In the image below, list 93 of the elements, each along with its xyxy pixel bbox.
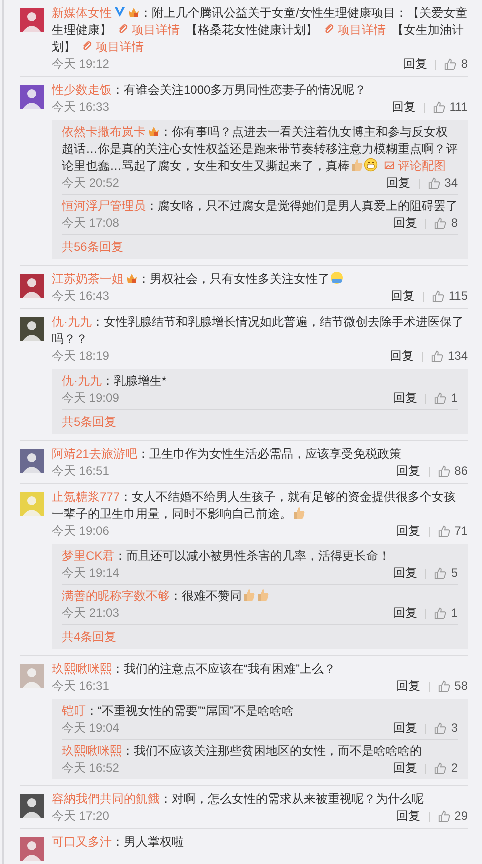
paperclip-icon <box>324 24 335 35</box>
comment-text: 恒河浮尸管理员：腐女咯，只不过腐女是觉得她们是男人真爱上的阻碍罢了 <box>62 198 458 215</box>
reply-link[interactable]: 回复 <box>393 605 418 622</box>
avatar[interactable] <box>20 85 44 109</box>
reply-link[interactable]: 回复 <box>403 56 428 73</box>
thumbs-up-icon <box>438 465 451 478</box>
avatar[interactable] <box>20 317 44 341</box>
thumbs-up-icon <box>438 525 451 538</box>
reply-link[interactable]: 回复 <box>396 463 421 480</box>
timestamp: 今天 16:51 <box>52 463 110 480</box>
timestamp: 今天 17:08 <box>62 215 120 232</box>
comment-text: 容納我們共同的飢餓：对啊，怎么女性的需求从来被重视呢？为什么呢 <box>52 791 425 808</box>
paperclip-icon <box>118 24 129 35</box>
like-button[interactable]: 8 <box>434 215 458 232</box>
like-button[interactable]: 115 <box>432 288 468 305</box>
thumbs-up-icon <box>292 506 306 520</box>
timestamp: 今天 16:43 <box>52 288 110 305</box>
timestamp: 今天 16:31 <box>52 678 110 695</box>
thumbs-up-icon <box>434 567 448 580</box>
thumbs-up-icon <box>350 158 364 172</box>
smiley-icon <box>330 271 344 285</box>
grin-face-icon <box>364 158 378 172</box>
like-button[interactable]: 58 <box>438 678 468 695</box>
like-button[interactable]: 2 <box>434 760 458 777</box>
like-button[interactable]: 1 <box>434 605 458 622</box>
reply-link[interactable]: 回复 <box>396 678 421 695</box>
reply-link[interactable]: 回复 <box>393 720 418 737</box>
timestamp: 今天 16:52 <box>62 760 120 777</box>
thumbs-up-icon <box>434 762 448 775</box>
paperclip-icon <box>82 41 93 52</box>
thumbs-up-icon <box>256 588 270 602</box>
reply-link[interactable]: 回复 <box>386 175 411 192</box>
reply-link[interactable]: 回复 <box>392 99 416 116</box>
comment-text: 仇·九九：乳腺增生* <box>62 373 168 390</box>
reply-link[interactable]: 回复 <box>390 348 414 365</box>
comment-text: 止氪糖浆777：女人不结婚不给男人生孩子，就有足够的资金提供很多个女孩一辈子的卫生巾用量，同时不影响自己前途。 <box>52 489 458 523</box>
comment-text: 依然卡撒布岚卡 ：你有事吗？点进去一看关注着仇女博主和参与反女权超话…你是真的关注心女性权益还是跑来带节奏转移注意力模糊重点啊？评论里也蠢…骂起了腐女，女生和女生又撕起来了，真棒 评论配图 <box>62 124 458 175</box>
reply-link[interactable]: 回复 <box>393 565 418 582</box>
comment-text: 仇·九九：女性乳腺结节和乳腺增长情况如此普遍，结节微创去除手术进医保了吗？？ <box>52 314 465 348</box>
like-button[interactable]: 1 <box>434 390 458 407</box>
image-icon <box>384 160 395 171</box>
reply-link[interactable]: 回复 <box>393 390 418 407</box>
avatar[interactable] <box>20 837 44 861</box>
comment-text: 可口又多汁：男人掌权啦 <box>52 834 185 851</box>
like-button[interactable]: 5 <box>434 565 458 582</box>
thumbs-up-icon <box>434 392 448 405</box>
reply-link[interactable]: 回复 <box>393 760 418 777</box>
avatar[interactable] <box>20 8 44 32</box>
thumbs-up-icon <box>434 607 448 620</box>
avatar[interactable] <box>20 449 44 473</box>
thumbs-up-icon <box>428 177 441 190</box>
thumbs-up-icon <box>438 680 451 693</box>
comment-text: 梦里CK君：而且还可以减小被男性杀害的几率，活得更长命！ <box>62 548 392 565</box>
comment-text: 铠叮：“不重视女性的需要”“屌国”不是啥啥啥 <box>62 703 295 720</box>
thumbs-up-icon <box>434 217 448 230</box>
timestamp: 今天 17:20 <box>52 808 110 825</box>
timestamp: 今天 19:12 <box>52 56 110 73</box>
reply-link[interactable]: 回复 <box>390 288 415 305</box>
timestamp: 今天 19:09 <box>62 390 120 407</box>
reply-link[interactable]: 回复 <box>396 523 421 540</box>
reply-link[interactable]: 回复 <box>396 808 421 825</box>
avatar[interactable] <box>20 794 44 818</box>
comment-text: 新媒体女性 ：附上几个腾讯公益关于女童/女性生理健康项目：【关爱女童生理健康】 项目详情 【格桑花女性健康计划】 项目详情 【女生加油计划】 项目详情 <box>52 5 468 56</box>
thumbs-up-icon <box>242 588 256 602</box>
like-button[interactable]: 71 <box>438 523 468 540</box>
comment-text: 玖熙啾咪熙：我们不应该关注那些贫困地区的女性，而不是啥啥啥的 <box>62 743 423 760</box>
like-button[interactable]: 34 <box>428 175 458 192</box>
like-button[interactable]: 3 <box>434 720 458 737</box>
reply-link[interactable]: 回复 <box>393 215 418 232</box>
comment-text: 满善的昵称字数不够：很难不赞同 <box>62 588 458 605</box>
timestamp: 今天 18:19 <box>52 348 110 365</box>
timestamp: 今天 20:52 <box>62 175 120 192</box>
thumbs-up-icon <box>434 722 448 735</box>
thumbs-up-icon <box>432 290 445 303</box>
thumbs-up-icon <box>438 810 451 823</box>
comment-text: 玖熙啾咪熙：我们的注意点不应该在“我有困难”上么？ <box>52 661 337 678</box>
like-button[interactable]: 134 <box>430 348 468 365</box>
timestamp: 今天 19:06 <box>52 523 110 540</box>
timestamp: 今天 19:14 <box>62 565 120 582</box>
thumbs-up-icon <box>444 58 458 71</box>
timestamp: 今天 21:03 <box>62 605 120 622</box>
like-button[interactable]: 8 <box>444 56 468 73</box>
comment-text: 江苏奶茶一姐 ：男权社会，只有女性多关注女性了 <box>52 271 468 288</box>
timestamp: 今天 19:04 <box>62 720 120 737</box>
like-button[interactable]: 86 <box>438 463 468 480</box>
avatar[interactable] <box>20 274 44 298</box>
like-button[interactable]: 29 <box>438 808 468 825</box>
comment-text: 阿靖21去旅游吧：卫生巾作为女性生活必需品，应该享受免税政策 <box>52 446 402 463</box>
like-button[interactable]: 111 <box>432 99 468 116</box>
comment-text: 性少数走饭：有谁会关注1000多万男同性恋妻子的情况呢？ <box>52 82 368 99</box>
timestamp: 今天 16:33 <box>52 99 110 116</box>
thumbs-up-icon <box>430 350 444 363</box>
thumbs-up-icon <box>432 101 446 114</box>
